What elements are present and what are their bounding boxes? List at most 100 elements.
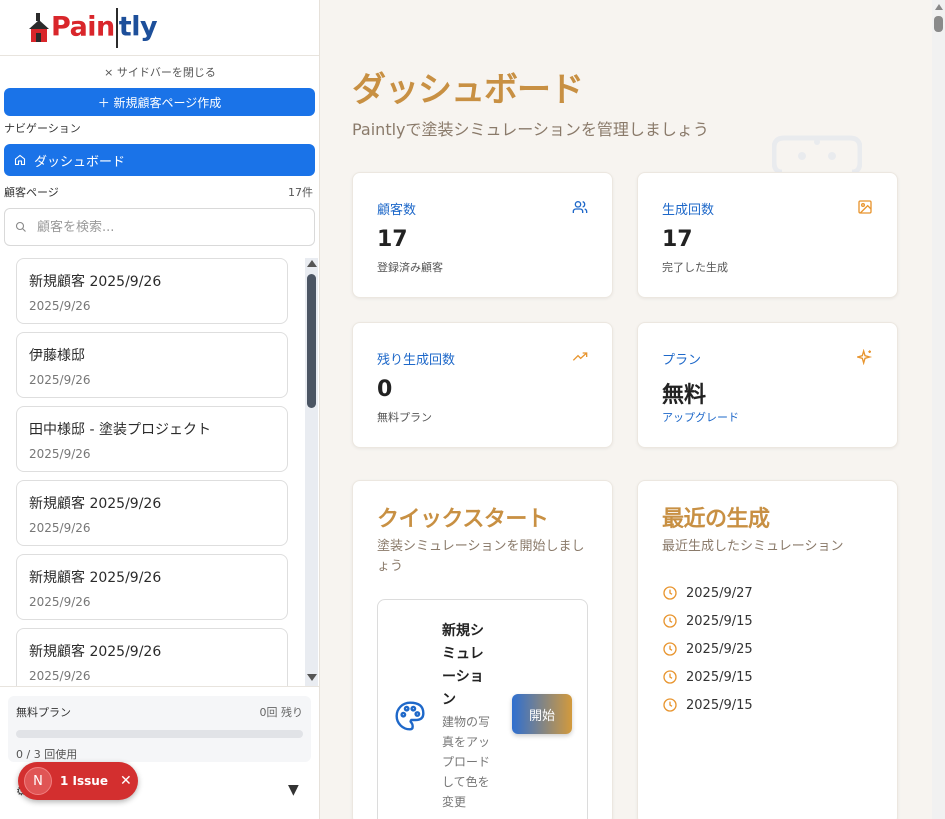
recent-item[interactable]: 2025/9/25 bbox=[662, 635, 753, 663]
new-simulation-card[interactable]: 新規シミュレーション 建物の写真をアップロードして色を変更 開始 bbox=[377, 599, 588, 819]
home-icon bbox=[14, 154, 26, 166]
recent-item[interactable]: 2025/9/15 bbox=[662, 663, 753, 691]
recent-item[interactable]: 2025/9/15 bbox=[662, 607, 753, 635]
page-title: ダッシュボード bbox=[352, 70, 584, 110]
plan-name: 無料プラン bbox=[16, 706, 71, 719]
search-input[interactable] bbox=[37, 219, 297, 235]
paintly-logo[interactable]: Pain tly bbox=[28, 8, 158, 48]
list-item[interactable]: 新規顧客 2025/9/26 2025/9/26 bbox=[16, 480, 288, 546]
quickstart-title: クイックスタート bbox=[377, 507, 549, 532]
recent-date: 2025/9/15 bbox=[686, 669, 753, 685]
sparkles-icon bbox=[857, 349, 873, 365]
scroll-down-arrow-icon[interactable] bbox=[307, 674, 317, 681]
new-simulation-desc: 建物の写真をアップロードして色を変更 bbox=[442, 715, 491, 809]
stat-card-remaining: 残り生成回数 0 無料プラン bbox=[352, 322, 613, 448]
stat-sub: 登録済み顧客 bbox=[377, 261, 443, 274]
stat-label: 残り生成回数 bbox=[377, 353, 456, 368]
stat-value: 無料 bbox=[662, 383, 707, 408]
users-icon bbox=[572, 201, 588, 213]
customer-list-scrollbar[interactable] bbox=[305, 258, 318, 686]
issue-badge[interactable]: N 1 Issue ✕ bbox=[18, 762, 138, 800]
stat-card-generations: 生成回数 17 完了した生成 bbox=[637, 172, 898, 298]
customers-count: 17件 bbox=[288, 186, 313, 199]
logo-wordmark: Pain tly bbox=[51, 8, 158, 48]
recent-subtitle: 最近生成したシミュレーション bbox=[662, 539, 844, 554]
main-scrollbar[interactable] bbox=[932, 0, 945, 819]
recent-date: 2025/9/25 bbox=[686, 641, 753, 657]
customer-date: 2025/9/26 bbox=[29, 595, 91, 609]
recent-date: 2025/9/27 bbox=[686, 585, 753, 601]
trending-up-icon bbox=[572, 352, 588, 361]
customer-name: 新規顧客 2025/9/26 bbox=[29, 570, 162, 586]
start-button[interactable]: 開始 bbox=[512, 694, 572, 734]
scroll-up-arrow-icon[interactable] bbox=[307, 260, 317, 267]
recent-date: 2025/9/15 bbox=[686, 697, 753, 713]
recent-item[interactable]: 2025/9/27 bbox=[662, 579, 753, 607]
customer-name: 伊藤様邸 bbox=[29, 348, 85, 364]
stat-card-plan: プラン 無料 アップグレード bbox=[637, 322, 898, 448]
scrollbar-thumb[interactable] bbox=[307, 274, 316, 408]
recent-title: 最近の生成 bbox=[662, 507, 770, 532]
close-sidebar-button[interactable]: × サイドバーを閉じる bbox=[0, 64, 320, 80]
list-item[interactable]: 新規顧客 2025/9/26 2025/9/26 bbox=[16, 628, 288, 686]
list-item[interactable]: 伊藤様邸 2025/9/26 bbox=[16, 332, 288, 398]
customer-list: 新規顧客 2025/9/26 2025/9/26 伊藤様邸 2025/9/26 … bbox=[0, 258, 305, 686]
customer-date: 2025/9/26 bbox=[29, 373, 91, 387]
list-item[interactable]: 新規顧客 2025/9/26 2025/9/26 bbox=[16, 554, 288, 620]
image-icon bbox=[858, 200, 872, 214]
scrollbar-thumb[interactable] bbox=[934, 16, 943, 32]
sidebar: Pain tly × サイドバーを閉じる ＋ 新規顧客ページ作成 ナビゲーション … bbox=[0, 0, 320, 819]
divider bbox=[0, 686, 319, 687]
list-item[interactable]: 田中様邸 - 塗装プロジェクト 2025/9/26 bbox=[16, 406, 288, 472]
recent-item[interactable]: 2025/9/15 bbox=[662, 691, 753, 719]
stat-value: 17 bbox=[662, 227, 693, 252]
customer-name: 新規顧客 2025/9/26 bbox=[29, 274, 162, 290]
customer-name: 新規顧客 2025/9/26 bbox=[29, 496, 162, 512]
divider bbox=[0, 55, 319, 56]
avatar: N bbox=[24, 767, 52, 795]
search-icon bbox=[15, 221, 26, 232]
scroll-up-arrow-icon[interactable] bbox=[935, 4, 943, 10]
sidebar-item-label: ダッシュボード bbox=[34, 154, 126, 170]
new-customer-page-button[interactable]: ＋ 新規顧客ページ作成 bbox=[4, 88, 315, 116]
plan-usage-bar bbox=[16, 730, 303, 738]
clock-icon bbox=[663, 698, 677, 712]
close-icon[interactable]: ✕ bbox=[120, 773, 132, 789]
customer-name: 新規顧客 2025/9/26 bbox=[29, 644, 162, 660]
upgrade-link[interactable]: アップグレード bbox=[662, 409, 739, 425]
stat-card-customers: 顧客数 17 登録済み顧客 bbox=[352, 172, 613, 298]
customer-date: 2025/9/26 bbox=[29, 299, 91, 313]
sidebar-item-dashboard[interactable]: ダッシュボード bbox=[4, 144, 315, 176]
house-logo-icon bbox=[29, 13, 49, 42]
customer-search[interactable] bbox=[4, 208, 315, 246]
customer-date: 2025/9/26 bbox=[29, 669, 91, 683]
plan-usage-box: 無料プラン 0回 残り 0 / 3 回使用 bbox=[8, 696, 311, 762]
customers-section-label: 顧客ページ bbox=[4, 186, 59, 199]
palette-icon bbox=[395, 701, 425, 731]
new-simulation-title: 新規シミュレーション bbox=[442, 623, 484, 708]
quickstart-subtitle: 塗装シミュレーションを開始しましょう bbox=[377, 539, 585, 574]
decorative-face-icon bbox=[772, 135, 862, 174]
stat-label: 生成回数 bbox=[662, 203, 715, 218]
recent-generations-card: 最近の生成 最近生成したシミュレーション 2025/9/27 2025/9/15… bbox=[637, 480, 898, 819]
customer-name: 田中様邸 - 塗装プロジェクト bbox=[29, 422, 211, 438]
nav-section-label: ナビゲーション bbox=[4, 122, 81, 135]
chevron-down-icon[interactable]: ▼ bbox=[288, 782, 299, 798]
stat-label: 顧客数 bbox=[377, 203, 417, 218]
stat-label: プラン bbox=[662, 353, 702, 368]
plan-remaining: 0回 残り bbox=[259, 706, 304, 719]
issue-label: 1 Issue bbox=[60, 774, 108, 788]
customer-date: 2025/9/26 bbox=[29, 447, 91, 461]
customer-date: 2025/9/26 bbox=[29, 521, 91, 535]
stat-sub: 無料プラン bbox=[377, 411, 432, 424]
plan-usage-text: 0 / 3 回使用 bbox=[16, 748, 78, 761]
recent-date: 2025/9/15 bbox=[686, 613, 753, 629]
clock-icon bbox=[663, 642, 677, 656]
list-item[interactable]: 新規顧客 2025/9/26 2025/9/26 bbox=[16, 258, 288, 324]
page-subtitle: Paintlyで塗装シミュレーションを管理しましょう bbox=[352, 120, 709, 139]
clock-icon bbox=[663, 586, 677, 600]
clock-icon bbox=[663, 614, 677, 628]
recent-list: 2025/9/27 2025/9/15 2025/9/25 2025/9/15 … bbox=[662, 579, 753, 719]
stat-value: 17 bbox=[377, 227, 408, 252]
stat-sub: 完了した生成 bbox=[662, 261, 728, 274]
